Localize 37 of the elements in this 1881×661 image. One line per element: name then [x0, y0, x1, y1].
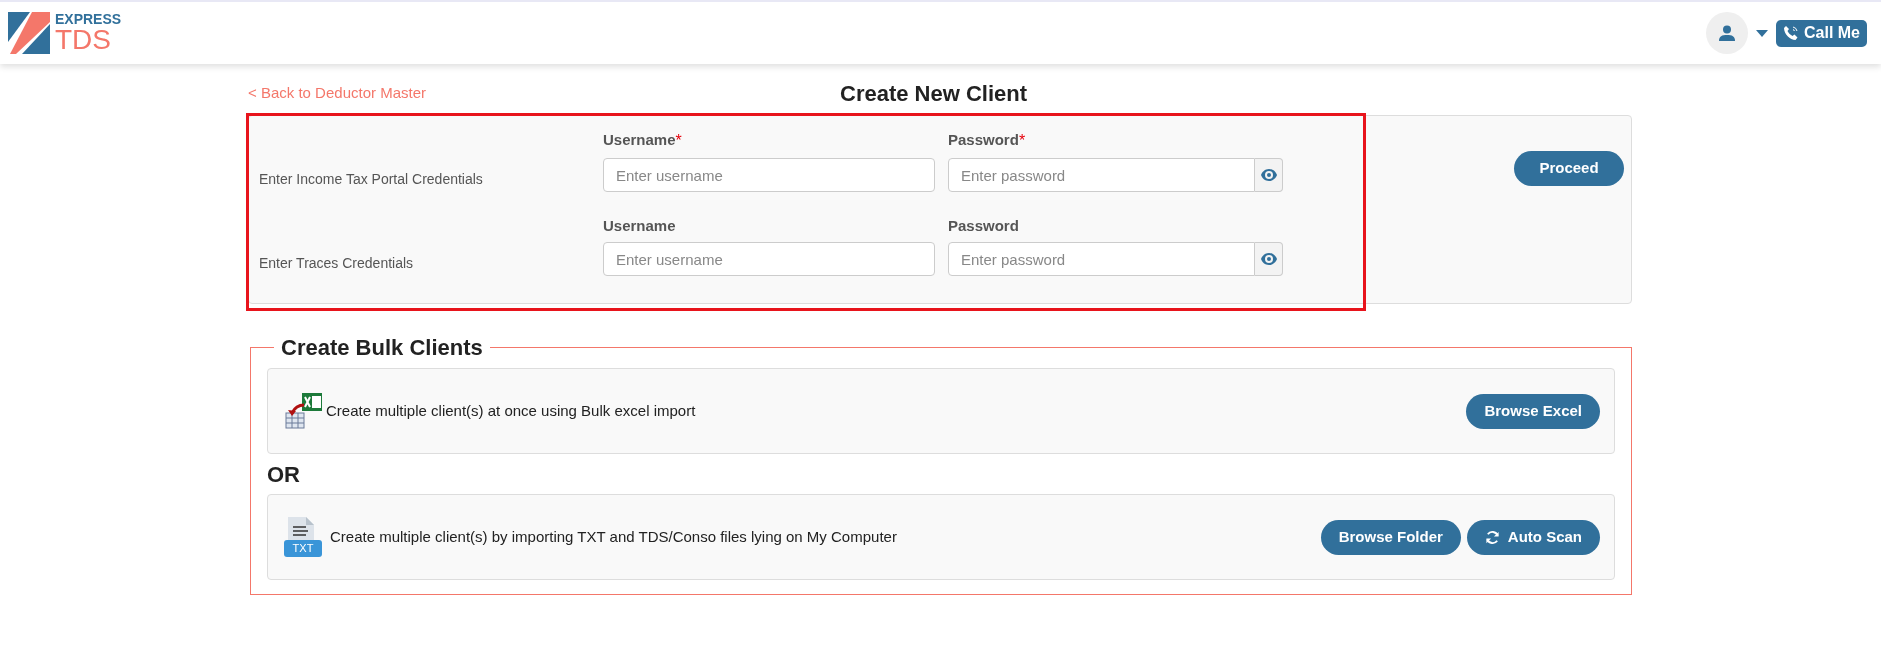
show-password-button[interactable]	[1255, 242, 1283, 276]
proceed-button[interactable]: Proceed	[1514, 151, 1624, 186]
show-password-button[interactable]	[1255, 158, 1283, 192]
password-field[interactable]: Enter password	[948, 158, 1255, 192]
option-description: Create multiple client(s) at once using Bulk excel import	[326, 400, 696, 421]
logo-mark-icon	[8, 12, 50, 54]
eye-icon	[1260, 253, 1277, 265]
user-avatar[interactable]	[1706, 12, 1748, 54]
auto-scan-button[interactable]: Auto Scan	[1466, 519, 1600, 555]
field-label: Username	[603, 215, 676, 236]
field-label: Username	[603, 130, 676, 150]
eye-icon	[1260, 169, 1277, 181]
user-icon	[1719, 25, 1735, 41]
required-mark: *	[1018, 131, 1026, 151]
username-field[interactable]: Enter username	[603, 158, 935, 192]
browse-button[interactable]: Browse Excel	[1466, 393, 1600, 429]
field-label: Password	[948, 215, 1019, 236]
credentials-label: Enter Traces Credentials	[259, 254, 415, 273]
caret-icon[interactable]	[1756, 29, 1768, 37]
option-description: Create multiple client(s) by importing TXT and TDS/Conso files lying on My Computer	[330, 526, 897, 547]
call-me-button[interactable]: Call Me	[1776, 19, 1867, 47]
username-field[interactable]: Enter username	[603, 242, 935, 276]
or-separator: OR	[267, 460, 301, 489]
section-title: Create Bulk Clients	[280, 334, 484, 362]
credentials-label: Enter Income Tax Portal Credentials	[259, 170, 484, 189]
back-link[interactable]: < Back to Deductor Master	[248, 81, 426, 105]
required-mark: *	[675, 131, 682, 151]
spreadsheet-import-icon	[284, 391, 324, 431]
password-field[interactable]: Enter password	[948, 242, 1255, 276]
logo[interactable]: EXPRESS TDS	[8, 12, 122, 54]
logo-text: TDS	[55, 26, 112, 54]
refresh-icon	[1484, 529, 1500, 545]
logo-text: EXPRESS	[55, 12, 122, 26]
browse-button[interactable]: Browse Folder	[1320, 519, 1461, 555]
field-label: Password	[948, 130, 1019, 150]
page-title: Create New Client	[840, 79, 1028, 108]
phone-icon	[1783, 25, 1799, 41]
